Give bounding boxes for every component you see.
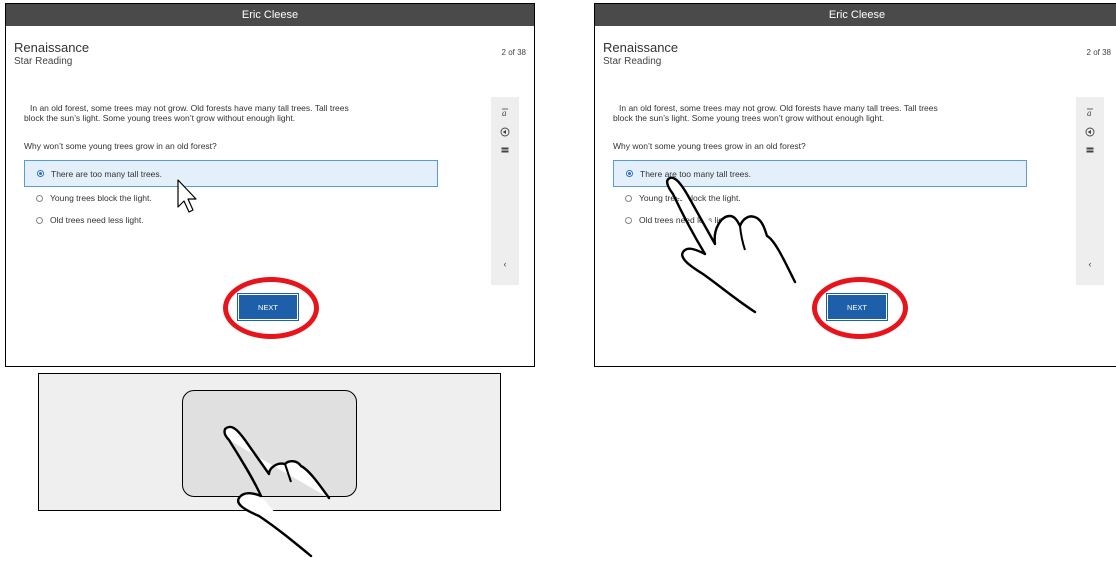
equals-icon[interactable] [491, 145, 519, 157]
quiz-screen-touch: Eric Cleese Renaissance Star Reading 2 o… [594, 3, 1116, 367]
next-button[interactable]: NEXT [826, 293, 888, 321]
answer-label: Old trees need less light. [639, 215, 733, 225]
radio-selected-icon[interactable] [626, 170, 633, 177]
answer-label: There are too many tall trees. [640, 168, 752, 179]
titlebar: Eric Cleese [6, 4, 534, 26]
brand-name: Renaissance [603, 40, 679, 55]
equals-icon[interactable] [1076, 145, 1104, 157]
laptop-touchpad-area [38, 373, 501, 558]
answer-label: There are too many tall trees. [51, 168, 163, 179]
answer-label: Old trees need less light. [50, 215, 144, 225]
quiz-screen-mouse: Eric Cleese Renaissance Star Reading 2 o… [5, 3, 535, 367]
brand-name: Renaissance [14, 40, 90, 55]
answer-label: Young trees block the light. [639, 193, 741, 203]
question-text: Why won’t some young trees grow in an ol… [24, 141, 217, 151]
question-text: Why won’t some young trees grow in an ol… [613, 141, 806, 151]
collapse-chevron-icon[interactable]: ‹ [1076, 259, 1104, 269]
translate-icon[interactable]: a [491, 107, 519, 119]
radio-icon[interactable] [625, 216, 632, 224]
reading-passage: In an old forest, some trees may not gro… [613, 103, 938, 123]
page-indicator: 2 of 38 [501, 48, 526, 57]
tool-sidebar: a ‹ [491, 97, 519, 285]
answer-option-3[interactable]: Old trees need less light. [24, 209, 438, 231]
touchpad[interactable] [182, 390, 357, 497]
answer-option-3[interactable]: Old trees need less light. [613, 209, 1027, 231]
radio-icon[interactable] [625, 194, 632, 202]
answer-label: Young trees block the light. [50, 193, 152, 203]
tool-sidebar: a ‹ [1076, 97, 1104, 285]
answer-option-2[interactable]: Young trees block the light. [613, 187, 1027, 209]
next-button[interactable]: NEXT [237, 293, 299, 321]
radio-icon[interactable] [36, 216, 43, 224]
product-name: Star Reading [603, 56, 662, 67]
collapse-chevron-icon[interactable]: ‹ [491, 259, 519, 269]
reading-passage: In an old forest, some trees may not gro… [24, 103, 349, 123]
page-indicator: 2 of 38 [1086, 48, 1111, 57]
titlebar: Eric Cleese [595, 4, 1116, 26]
radio-selected-icon[interactable] [37, 170, 44, 177]
radio-icon[interactable] [36, 194, 43, 202]
speaker-icon[interactable] [1076, 127, 1104, 139]
answer-option-1[interactable]: There are too many tall trees. [24, 160, 438, 187]
product-name: Star Reading [14, 56, 73, 67]
translate-icon[interactable]: a [1076, 107, 1104, 119]
speaker-icon[interactable] [491, 127, 519, 139]
answer-option-2[interactable]: Young trees block the light. [24, 187, 438, 209]
answer-option-1[interactable]: There are too many tall trees. [613, 160, 1027, 187]
